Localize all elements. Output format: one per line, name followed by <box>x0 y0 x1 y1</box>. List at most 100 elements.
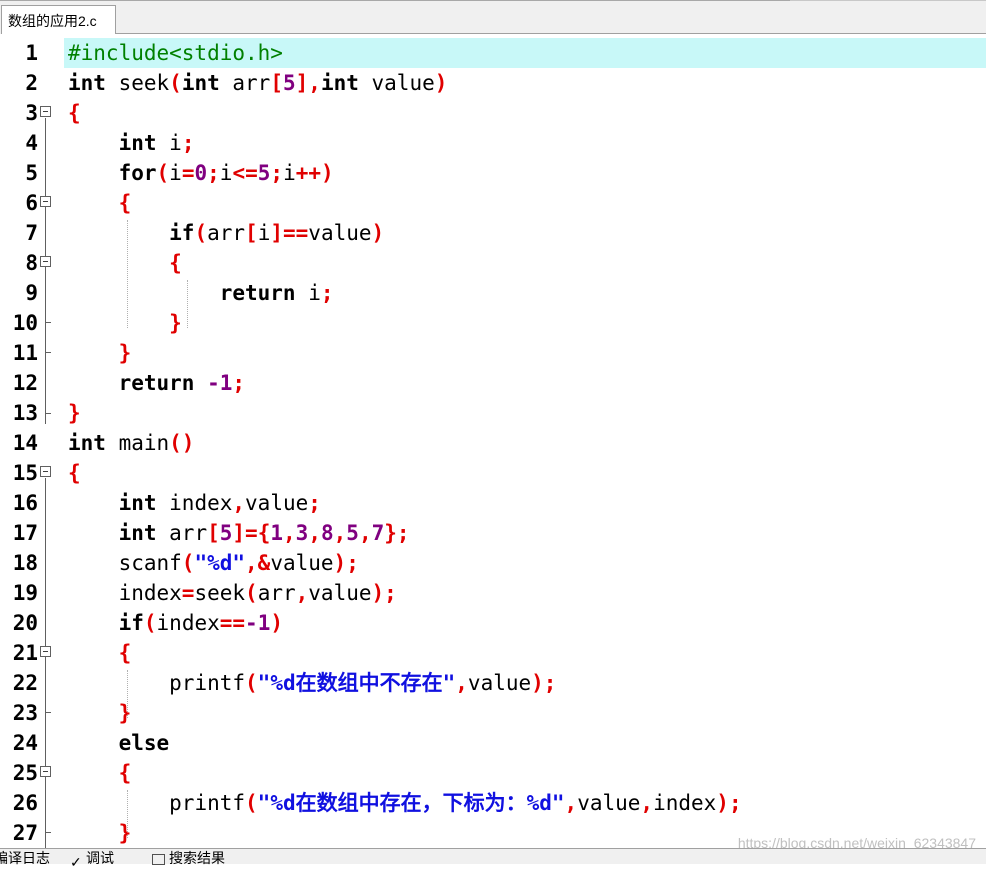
keyword: int <box>118 491 157 515</box>
code-line-23[interactable]: 23 } <box>0 698 986 728</box>
code-line-4[interactable]: 4 int i; <box>0 128 986 158</box>
code-line-22[interactable]: 22 printf("%d在数组中不存在",value); <box>0 668 986 698</box>
identifier: index <box>156 611 220 635</box>
keyword: int <box>181 71 220 95</box>
identifier: value <box>308 581 372 605</box>
fold-collapse-icon[interactable] <box>40 646 51 657</box>
identifier: seek <box>105 71 170 95</box>
keyword: if <box>118 611 144 635</box>
operator: [ <box>207 521 220 545</box>
keyword: int <box>118 521 157 545</box>
string-literal-cjk: 在数组中存在，下标为： <box>295 790 527 815</box>
line-code: int seek(int arr[5],int value) <box>68 68 447 98</box>
code-editor[interactable]: 1 #include<stdio.h> 2 int seek(int arr[5… <box>0 34 986 848</box>
tab-file-active[interactable]: 数组的应用2.c <box>1 5 116 34</box>
fold-collapse-icon[interactable] <box>40 106 51 117</box>
code-line-14[interactable]: 14 int main() <box>0 428 986 458</box>
operator: ( <box>169 71 182 95</box>
code-line-9[interactable]: 9 return i; <box>0 278 986 308</box>
keyword: else <box>118 731 170 755</box>
identifier: printf <box>169 791 246 815</box>
line-code: int index,value; <box>68 488 321 518</box>
identifier: index <box>653 791 717 815</box>
code-line-15[interactable]: 15 { <box>0 458 986 488</box>
code-line-16[interactable]: 16 int index,value; <box>0 488 986 518</box>
fold-collapse-icon[interactable] <box>40 466 51 477</box>
string-literal: " <box>442 671 456 695</box>
operator: [ <box>245 221 258 245</box>
operator: ( <box>181 551 195 575</box>
code-line-18[interactable]: 18 scanf("%d",&value); <box>0 548 986 578</box>
line-code: } <box>68 398 81 428</box>
code-line-5[interactable]: 5 for(i=0;i<=5;i++) <box>0 158 986 188</box>
code-line-26[interactable]: 26 printf("%d在数组中存在，下标为：%d",value,index)… <box>0 788 986 818</box>
operator: ) <box>371 221 385 245</box>
line-number: 18 <box>12 551 38 575</box>
fold-branch <box>45 322 51 323</box>
brace: { <box>118 641 132 665</box>
code-line-11[interactable]: 11 } <box>0 338 986 368</box>
operator: ; <box>320 281 334 305</box>
operator: ( <box>156 161 170 185</box>
line-code: { <box>68 248 182 278</box>
code-line-12[interactable]: 12 return -1; <box>0 368 986 398</box>
line-number: 16 <box>12 491 38 515</box>
operator: ; <box>181 131 195 155</box>
operator: ; <box>207 161 220 185</box>
operator: , <box>358 521 372 545</box>
line-code: if(index==-1) <box>68 608 283 638</box>
keyword: return <box>219 281 296 305</box>
line-code: if(arr[i]==value) <box>68 218 384 248</box>
line-code: int i; <box>68 128 195 158</box>
keyword: int <box>118 131 157 155</box>
brace: { <box>68 101 81 125</box>
line-number: 3 <box>25 101 38 125</box>
code-line-3[interactable]: 3 { <box>0 98 986 128</box>
operator: ( <box>245 671 258 695</box>
operator: , <box>564 791 578 815</box>
line-code: } <box>68 698 132 728</box>
line-number: 12 <box>12 371 38 395</box>
operator: = <box>181 581 195 605</box>
number-literal: 5 <box>346 521 359 545</box>
line-number: 7 <box>25 221 38 245</box>
identifier: i <box>257 221 271 245</box>
code-line-20[interactable]: 20 if(index==-1) <box>0 608 986 638</box>
search-results-icon <box>152 853 165 865</box>
code-line-6[interactable]: 6 { <box>0 188 986 218</box>
code-line-7[interactable]: 7 if(arr[i]==value) <box>0 218 986 248</box>
string-literal: "%d" <box>194 551 246 575</box>
identifier: value <box>308 221 372 245</box>
code-line-17[interactable]: 17 int arr[5]={1,3,8,5,7}; <box>0 518 986 548</box>
fold-collapse-icon[interactable] <box>40 256 51 267</box>
operator: ) <box>270 611 283 635</box>
code-line-24[interactable]: 24 else <box>0 728 986 758</box>
fold-branch <box>45 832 51 833</box>
operator: ]={ <box>232 521 271 545</box>
line-number: 10 <box>12 311 38 335</box>
code-line-10[interactable]: 10 } <box>0 308 986 338</box>
number-literal: 8 <box>320 521 334 545</box>
code-line-8[interactable]: 8 { <box>0 248 986 278</box>
line-code: index=seek(arr,value); <box>68 578 397 608</box>
number-literal: 0 <box>194 161 208 185</box>
number-literal: 5 <box>282 71 296 95</box>
operator: , <box>333 521 347 545</box>
bottom-panel-tabs: 编译日志 ✓ 调试 搜索结果 <box>0 848 986 870</box>
operator: ); <box>531 671 557 695</box>
code-line-13[interactable]: 13 } <box>0 398 986 428</box>
code-line-19[interactable]: 19 index=seek(arr,value); <box>0 578 986 608</box>
identifier: scanf <box>118 551 182 575</box>
debug-icon: ✓ <box>70 853 82 870</box>
fold-collapse-icon[interactable] <box>40 766 51 777</box>
operator: ); <box>371 581 397 605</box>
code-line-25[interactable]: 25 { <box>0 758 986 788</box>
operator: , <box>308 521 321 545</box>
code-line-21[interactable]: 21 { <box>0 638 986 668</box>
operator: , <box>283 521 296 545</box>
operator: , <box>232 491 246 515</box>
code-line-1[interactable]: 1 #include<stdio.h> <box>0 38 986 68</box>
code-line-2[interactable]: 2 int seek(int arr[5],int value) <box>0 68 986 98</box>
fold-collapse-icon[interactable] <box>40 196 51 207</box>
line-number: 8 <box>25 251 38 275</box>
